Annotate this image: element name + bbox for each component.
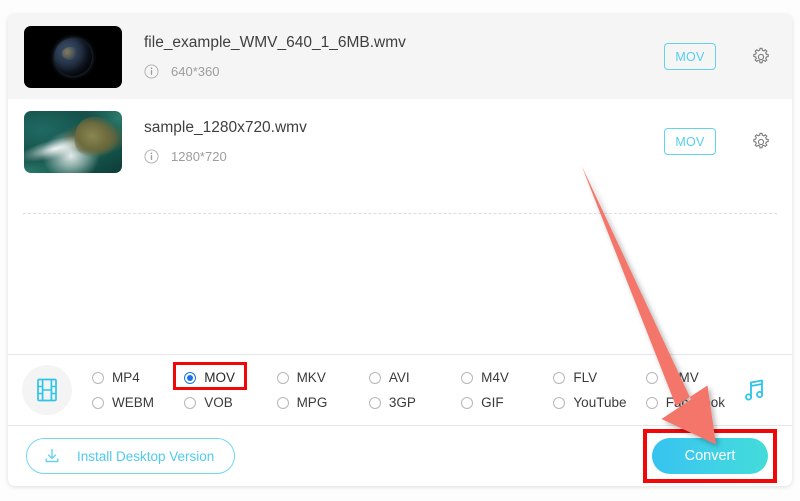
format-selector-bar: MP4 MOV MKV AVI M4V FLV WMV WEBM VOB MPG…	[8, 354, 792, 425]
file-subline: 640*360	[144, 64, 664, 79]
app-window: file_example_WMV_640_1_6MB.wmv 640*360 M…	[0, 0, 800, 501]
radio-icon	[92, 396, 104, 409]
format-option-gif[interactable]: GIF	[461, 395, 553, 410]
format-option-mp4[interactable]: MP4	[92, 370, 184, 385]
file-info: file_example_WMV_640_1_6MB.wmv 640*360	[144, 34, 664, 79]
music-note-icon	[745, 379, 764, 401]
info-icon	[144, 64, 159, 79]
format-option-label: WMV	[665, 370, 699, 385]
format-option-mov[interactable]: MOV	[173, 362, 276, 390]
settings-button[interactable]	[750, 46, 772, 68]
film-strip-icon	[37, 378, 57, 402]
radio-icon	[645, 371, 658, 384]
format-option-wmv[interactable]: WMV	[645, 370, 738, 385]
list-divider	[23, 213, 777, 214]
audio-type-button[interactable]	[738, 373, 772, 407]
gear-icon	[753, 132, 769, 148]
file-info: sample_1280x720.wmv 1280*720	[144, 119, 664, 164]
target-format-button[interactable]: MOV	[664, 43, 716, 70]
radio-icon	[184, 371, 197, 384]
format-option-label: MKV	[296, 370, 326, 385]
video-type-button[interactable]	[22, 365, 72, 415]
format-option-mpg[interactable]: MPG	[276, 395, 369, 410]
file-thumbnail-aerial-ocean-coast	[24, 110, 122, 173]
format-option-webm[interactable]: WEBM	[92, 395, 184, 410]
file-name: file_example_WMV_640_1_6MB.wmv	[144, 33, 406, 51]
install-desktop-version-button[interactable]: Install Desktop Version	[26, 438, 236, 474]
action-bar: Install Desktop Version Convert	[8, 425, 792, 486]
file-name: sample_1280x720.wmv	[144, 118, 307, 136]
file-thumbnail-earth-from-space	[24, 25, 122, 88]
format-option-label: MPG	[296, 395, 328, 410]
format-option-label: VOB	[204, 395, 233, 410]
file-resolution: 1280*720	[171, 149, 227, 165]
format-option-3gp[interactable]: 3GP	[368, 395, 461, 410]
convert-button-wrap: Convert	[643, 429, 777, 483]
install-button-label: Install Desktop Version	[77, 448, 215, 464]
format-option-label: WEBM	[112, 395, 154, 410]
radio-icon	[461, 396, 474, 409]
format-option-flv[interactable]: FLV	[553, 370, 645, 385]
format-option-youtube[interactable]: YouTube	[553, 395, 645, 410]
format-options: MP4 MOV MKV AVI M4V FLV WMV WEBM VOB MPG…	[92, 362, 738, 415]
file-subline: 1280*720	[144, 149, 664, 164]
convert-button[interactable]: Convert	[652, 438, 768, 474]
radio-icon	[461, 371, 474, 384]
radio-icon	[368, 371, 381, 384]
format-option-label: Facebook	[665, 395, 725, 410]
target-format-button[interactable]: MOV	[664, 128, 716, 155]
file-resolution: 640*360	[171, 64, 220, 80]
format-option-label: 3GP	[388, 395, 416, 410]
radio-icon	[553, 371, 566, 384]
info-icon	[144, 149, 159, 164]
radio-icon	[184, 396, 197, 409]
download-icon	[45, 448, 59, 463]
format-option-label: MOV	[204, 370, 236, 385]
radio-icon	[368, 396, 381, 409]
table-row[interactable]: sample_1280x720.wmv 1280*720 MOV	[8, 99, 792, 184]
settings-button[interactable]	[750, 131, 772, 153]
format-option-label: YouTube	[573, 395, 627, 410]
format-option-label: MP4	[112, 370, 140, 385]
format-option-facebook[interactable]: Facebook	[645, 395, 738, 410]
format-option-label: M4V	[481, 370, 509, 385]
format-option-label: GIF	[481, 395, 504, 410]
format-option-vob[interactable]: VOB	[184, 395, 276, 410]
radio-icon	[276, 371, 289, 384]
format-option-label: AVI	[388, 370, 410, 385]
gear-icon	[753, 47, 769, 63]
format-option-m4v[interactable]: M4V	[461, 370, 553, 385]
format-option-avi[interactable]: AVI	[368, 370, 461, 385]
radio-icon	[645, 396, 658, 409]
converter-card: file_example_WMV_640_1_6MB.wmv 640*360 M…	[8, 14, 792, 486]
format-option-label: FLV	[573, 370, 598, 385]
radio-icon	[92, 371, 104, 384]
format-option-mkv[interactable]: MKV	[276, 370, 369, 385]
table-row[interactable]: file_example_WMV_640_1_6MB.wmv 640*360 M…	[8, 14, 792, 99]
radio-icon	[553, 396, 566, 409]
radio-icon	[276, 396, 289, 409]
file-list: file_example_WMV_640_1_6MB.wmv 640*360 M…	[8, 14, 792, 184]
